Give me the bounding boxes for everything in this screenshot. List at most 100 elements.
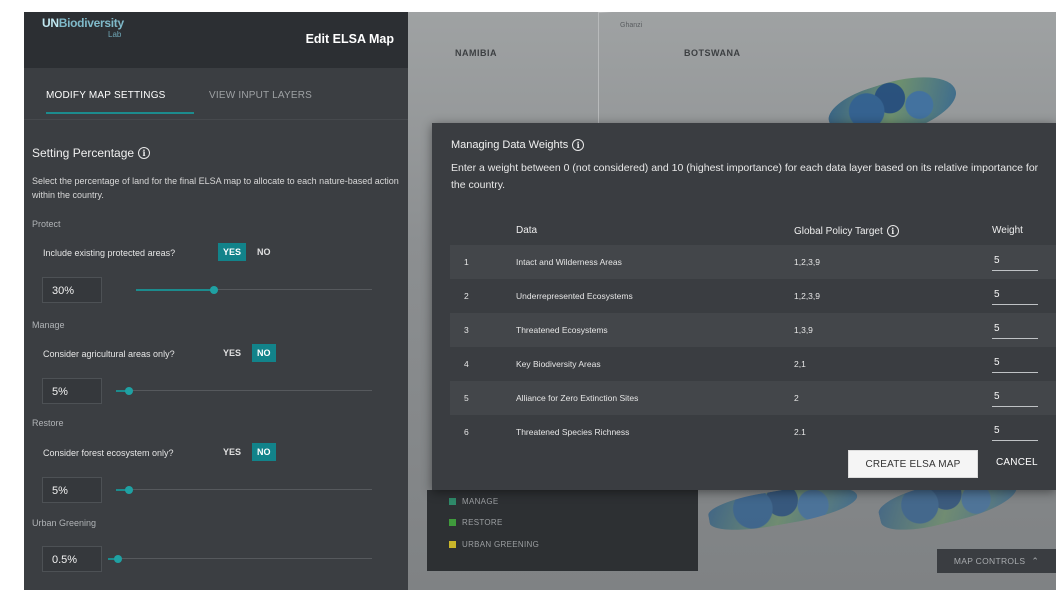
row-number: 2: [464, 291, 469, 301]
table-row: 3 Threatened Ecosystems 1,3,9 5: [450, 313, 1056, 347]
legend-swatch: [449, 519, 456, 526]
un-biodiversity-lab-logo[interactable]: UNBiodiversity Lab: [42, 16, 124, 40]
row-data-name: Threatened Species Richness: [516, 427, 630, 437]
restore-percent-input[interactable]: 5%: [42, 477, 102, 503]
row-number: 6: [464, 427, 469, 437]
section-label-urban-greening: Urban Greening: [32, 518, 97, 528]
info-icon[interactable]: i: [138, 147, 151, 159]
row-policy-target: 1,2,3,9: [794, 257, 820, 267]
row-data-name: Underrepresented Ecosystems: [516, 291, 633, 301]
column-header-weight: Weight: [992, 225, 1023, 236]
restore-yes-button[interactable]: YES: [218, 443, 246, 461]
chevron-up-icon: ⌃: [1031, 555, 1040, 566]
setting-percentage-description: Select the percentage of land for the fi…: [32, 176, 399, 200]
logo-sub: Lab: [108, 30, 122, 39]
restore-question: Consider forest ecosystem only?: [43, 448, 174, 458]
row-number: 5: [464, 393, 469, 403]
map-label-namibia: NAMIBIA: [455, 48, 497, 58]
logo-prefix: UN: [42, 16, 59, 30]
row-policy-target: 2.1: [794, 427, 806, 437]
logo-main: Biodiversity: [58, 16, 124, 30]
row-number: 3: [464, 325, 469, 335]
tab-modify-map-settings[interactable]: MODIFY MAP SETTINGS: [46, 90, 166, 101]
weight-input[interactable]: 5: [992, 355, 1038, 373]
row-policy-target: 1,2,3,9: [794, 291, 820, 301]
info-icon[interactable]: i: [572, 139, 585, 151]
section-label-protect: Protect: [32, 219, 61, 229]
legend-swatch: [449, 498, 456, 505]
column-header-global-policy-target: Global Policy Target i: [794, 225, 899, 237]
table-row: 4 Key Biodiversity Areas 2,1 5: [450, 347, 1056, 381]
manage-slider-track[interactable]: [116, 390, 372, 391]
weight-input[interactable]: 5: [992, 389, 1038, 407]
info-icon[interactable]: i: [886, 225, 899, 237]
manage-yes-button[interactable]: YES: [218, 344, 246, 362]
manage-question: Consider agricultural areas only?: [43, 349, 175, 359]
panel-header: UNBiodiversity Lab Edit ELSA Map: [24, 12, 408, 68]
dialog-title: Managing Data Weights i: [451, 139, 585, 151]
section-label-manage: Manage: [32, 320, 65, 330]
legend-item-restore: RESTORE: [449, 518, 503, 527]
dialog-title-text: Managing Data Weights: [451, 139, 569, 151]
map-controls-label: MAP CONTROLS: [953, 556, 1026, 566]
map-label-town: Ghanzi: [620, 22, 643, 29]
row-data-name: Threatened Ecosystems: [516, 325, 608, 335]
column-header-data: Data: [516, 225, 538, 236]
urban-greening-percent-input[interactable]: 0.5%: [42, 546, 102, 572]
cancel-button[interactable]: CANCEL: [996, 457, 1038, 468]
active-tab-indicator: [46, 112, 194, 114]
row-data-name: Alliance for Zero Extinction Sites: [516, 393, 639, 403]
manage-no-button[interactable]: NO: [252, 344, 276, 362]
restore-slider-thumb[interactable]: [125, 486, 133, 494]
map-legend: MANAGE RESTORE URBAN GREENING: [427, 490, 698, 571]
create-elsa-map-button[interactable]: CREATE ELSA MAP: [848, 450, 978, 478]
protect-percent-input[interactable]: 30%: [42, 277, 102, 303]
urban-greening-slider-thumb[interactable]: [114, 555, 122, 563]
edit-elsa-map-panel: UNBiodiversity Lab Edit ELSA Map MODIFY …: [24, 12, 408, 590]
legend-label: MANAGE: [462, 497, 499, 506]
restore-slider-track[interactable]: [116, 489, 372, 490]
table-row: 5 Alliance for Zero Extinction Sites 2 5: [450, 381, 1056, 415]
row-number: 1: [464, 257, 469, 267]
tab-view-input-layers[interactable]: VIEW INPUT LAYERS: [209, 90, 312, 101]
row-policy-target: 2: [794, 393, 799, 403]
weight-input[interactable]: 5: [992, 423, 1038, 441]
legend-item-manage: MANAGE: [449, 497, 498, 506]
row-data-name: Intact and Wilderness Areas: [516, 257, 622, 267]
legend-item-urban-greening: URBAN GREENING: [449, 540, 539, 549]
map-label-botswana: BOTSWANA: [684, 48, 741, 58]
manage-percent-input[interactable]: 5%: [42, 378, 102, 404]
protect-question: Include existing protected areas?: [43, 248, 176, 258]
map-controls-button[interactable]: MAP CONTROLS ⌃: [937, 549, 1056, 573]
managing-data-weights-dialog: Managing Data Weights i Enter a weight b…: [432, 123, 1056, 490]
weight-input[interactable]: 5: [992, 253, 1038, 271]
setting-percentage-title: Setting Percentage: [32, 146, 135, 160]
row-data-name: Key Biodiversity Areas: [516, 359, 601, 369]
protect-slider-thumb[interactable]: [210, 286, 218, 294]
restore-no-button[interactable]: NO: [252, 443, 276, 461]
table-row: 1 Intact and Wilderness Areas 1,2,3,9 5: [450, 245, 1056, 279]
table-row: 6 Threatened Species Richness 2.1 5: [450, 415, 1056, 449]
dialog-description: Enter a weight between 0 (not considered…: [451, 162, 1039, 191]
protect-no-button[interactable]: NO: [252, 243, 276, 261]
legend-swatch: [449, 541, 456, 548]
section-label-restore: Restore: [32, 418, 64, 428]
column-header-text: Global Policy Target: [794, 225, 883, 237]
row-policy-target: 2,1: [794, 359, 806, 369]
panel-title: Edit ELSA Map: [305, 32, 394, 46]
legend-label: RESTORE: [462, 518, 503, 527]
setting-percentage-heading: Setting Percentage i: [32, 146, 151, 160]
table-row: 2 Underrepresented Ecosystems 1,2,3,9 5: [450, 279, 1056, 313]
data-weights-table: Data Global Policy Target i Weight 1 Inta…: [450, 215, 1056, 449]
weight-input[interactable]: 5: [992, 287, 1038, 305]
manage-slider-thumb[interactable]: [125, 387, 133, 395]
table-header: Data Global Policy Target i Weight: [450, 215, 1056, 245]
row-number: 4: [464, 359, 469, 369]
protect-yes-button[interactable]: YES: [218, 243, 247, 261]
row-policy-target: 1,3,9: [794, 325, 813, 335]
panel-tabs: MODIFY MAP SETTINGS VIEW INPUT LAYERS: [24, 68, 408, 120]
urban-greening-slider-track[interactable]: [108, 558, 372, 559]
protect-slider-fill: [136, 289, 214, 291]
weight-input[interactable]: 5: [992, 321, 1038, 339]
legend-label: URBAN GREENING: [462, 540, 540, 549]
